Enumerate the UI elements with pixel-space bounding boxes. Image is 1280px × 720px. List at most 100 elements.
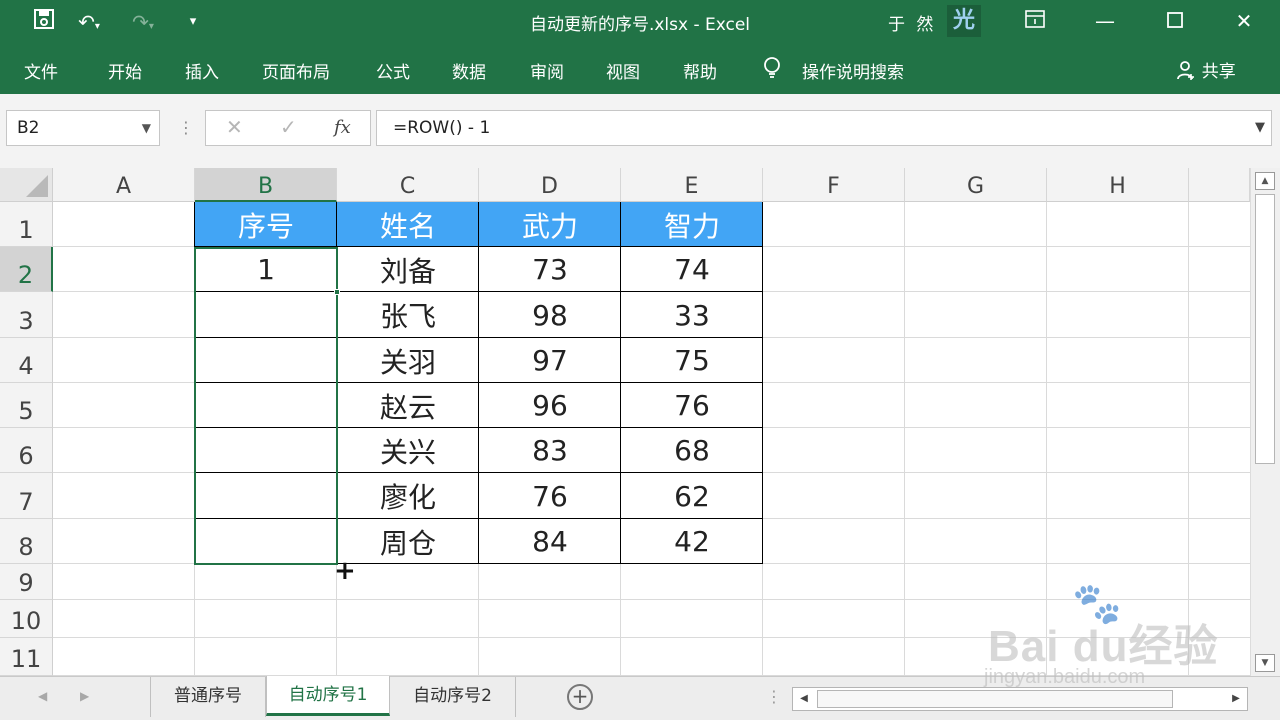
tab-review[interactable]: 审阅 bbox=[530, 58, 564, 83]
row-header-7[interactable]: 7 bbox=[0, 473, 53, 519]
cell-c6[interactable]: 关兴 bbox=[337, 428, 479, 473]
cell-b1[interactable]: 序号 bbox=[195, 202, 337, 247]
cell-c8[interactable]: 周仓 bbox=[337, 519, 479, 564]
formula-bar-grip[interactable]: ⋮ bbox=[178, 118, 194, 137]
cell-c2[interactable]: 刘备 bbox=[337, 247, 479, 292]
horizontal-scrollbar[interactable]: ◀ ▶ bbox=[792, 687, 1248, 711]
cell-e5[interactable]: 76 bbox=[621, 383, 763, 428]
cell-d8[interactable]: 84 bbox=[479, 519, 621, 564]
row-header-2[interactable]: 2 bbox=[0, 247, 53, 292]
minimize-icon[interactable]: — bbox=[1085, 6, 1125, 36]
scroll-left-icon[interactable]: ◀ bbox=[795, 690, 813, 708]
cell-c1[interactable]: 姓名 bbox=[337, 202, 479, 247]
cell-c5[interactable]: 赵云 bbox=[337, 383, 479, 428]
cell-e4[interactable]: 75 bbox=[621, 338, 763, 383]
ribbon-tabs: 文件 开始 插入 页面布局 公式 数据 审阅 视图 帮助 操作说明搜索 共享 bbox=[0, 44, 1280, 94]
column-header-c[interactable]: C bbox=[337, 168, 479, 202]
scroll-up-icon[interactable]: ▲ bbox=[1255, 172, 1275, 190]
column-header-b[interactable]: B bbox=[195, 168, 337, 202]
user-avatar[interactable]: 光 bbox=[947, 5, 981, 37]
share-button[interactable]: 共享 bbox=[1176, 57, 1236, 82]
tab-view[interactable]: 视图 bbox=[606, 58, 640, 83]
column-header-a[interactable]: A bbox=[53, 168, 195, 202]
vertical-scrollbar[interactable]: ▲ ▼ bbox=[1250, 168, 1280, 676]
row-header-4[interactable]: 4 bbox=[0, 338, 53, 383]
select-all-corner[interactable] bbox=[0, 168, 53, 202]
row-number: 5 bbox=[18, 397, 34, 425]
cell-c3[interactable]: 张飞 bbox=[337, 292, 479, 338]
table-border-vertical bbox=[620, 202, 621, 564]
cell-c7[interactable]: 廖化 bbox=[337, 473, 479, 519]
row-header-8[interactable]: 8 bbox=[0, 519, 53, 564]
tab-formulas[interactable]: 公式 bbox=[376, 58, 410, 83]
close-icon[interactable]: ✕ bbox=[1224, 6, 1264, 36]
prev-sheet-icon[interactable]: ◀ bbox=[38, 689, 47, 703]
tell-me-search[interactable]: 操作说明搜索 bbox=[802, 58, 904, 83]
column-header-d[interactable]: D bbox=[479, 168, 621, 202]
cell-d7[interactable]: 76 bbox=[479, 473, 621, 519]
formula-text: =ROW() - 1 bbox=[393, 118, 491, 138]
spreadsheet-grid[interactable]: ABCDEFGH 1 2 3 4 5 6 7 8 9 10 11 序号 姓名 武力 智力 1 刘备 73 74 张飞… bbox=[0, 168, 1250, 676]
column-header-f[interactable]: F bbox=[763, 168, 905, 202]
row-number: 8 bbox=[18, 533, 34, 561]
row-header-9[interactable]: 9 bbox=[0, 564, 53, 600]
formula-input[interactable]: =ROW() - 1 ▼ bbox=[376, 110, 1272, 146]
row-header-1[interactable]: 1 bbox=[0, 202, 53, 247]
tab-split-handle[interactable]: ⋮ bbox=[766, 687, 782, 706]
horizontal-scroll-thumb[interactable] bbox=[817, 690, 1173, 708]
cell-e3[interactable]: 33 bbox=[621, 292, 763, 338]
tab-file[interactable]: 文件 bbox=[24, 58, 58, 83]
row-number: 10 bbox=[10, 607, 42, 635]
tab-home[interactable]: 开始 bbox=[108, 58, 142, 83]
cell-c4[interactable]: 关羽 bbox=[337, 338, 479, 383]
sheet-tab-0[interactable]: 普通序号 bbox=[150, 677, 266, 717]
cell-e2[interactable]: 74 bbox=[621, 247, 763, 292]
row-number: 3 bbox=[18, 307, 34, 335]
grid-line-horizontal bbox=[53, 637, 1250, 638]
tab-help[interactable]: 帮助 bbox=[683, 58, 717, 83]
column-header-g[interactable]: G bbox=[905, 168, 1047, 202]
ribbon-display-icon[interactable] bbox=[1015, 6, 1055, 36]
row-header-5[interactable]: 5 bbox=[0, 383, 53, 428]
row-header-6[interactable]: 6 bbox=[0, 428, 53, 473]
person-icon bbox=[1176, 61, 1202, 82]
tab-insert[interactable]: 插入 bbox=[185, 58, 219, 83]
row-number: 7 bbox=[18, 488, 34, 516]
cell-d6[interactable]: 83 bbox=[479, 428, 621, 473]
enter-icon[interactable]: ✓ bbox=[280, 115, 297, 139]
cell-e8[interactable]: 42 bbox=[621, 519, 763, 564]
tab-page-layout[interactable]: 页面布局 bbox=[262, 58, 330, 83]
user-name[interactable]: 于 然 bbox=[888, 10, 936, 35]
cell-d1[interactable]: 武力 bbox=[479, 202, 621, 247]
maximize-icon[interactable] bbox=[1155, 6, 1195, 36]
row-header-11[interactable]: 11 bbox=[0, 638, 53, 676]
scroll-down-icon[interactable]: ▼ bbox=[1255, 654, 1275, 672]
chevron-down-icon[interactable]: ▼ bbox=[142, 111, 151, 145]
cell-d3[interactable]: 98 bbox=[479, 292, 621, 338]
scroll-right-icon[interactable]: ▶ bbox=[1227, 690, 1245, 708]
cell-e1[interactable]: 智力 bbox=[621, 202, 763, 247]
column-header-e[interactable]: E bbox=[621, 168, 763, 202]
row-header-3[interactable]: 3 bbox=[0, 292, 53, 338]
cell-selection-range[interactable] bbox=[194, 247, 338, 565]
cell-e7[interactable]: 62 bbox=[621, 473, 763, 519]
cancel-icon[interactable]: ✕ bbox=[226, 115, 243, 139]
name-box[interactable]: B2 ▼ bbox=[6, 110, 160, 146]
tab-data[interactable]: 数据 bbox=[452, 58, 486, 83]
sheet-tab-2[interactable]: 自动序号2 bbox=[390, 677, 516, 717]
cell-e6[interactable]: 68 bbox=[621, 428, 763, 473]
cell-d4[interactable]: 97 bbox=[479, 338, 621, 383]
lightbulb-icon[interactable] bbox=[762, 56, 782, 85]
insert-function-icon[interactable]: fx bbox=[334, 117, 351, 138]
fill-handle[interactable] bbox=[334, 289, 340, 295]
cell-d5[interactable]: 96 bbox=[479, 383, 621, 428]
add-sheet-icon[interactable]: + bbox=[567, 684, 593, 710]
cell-d2[interactable]: 73 bbox=[479, 247, 621, 292]
next-sheet-icon[interactable]: ▶ bbox=[80, 689, 89, 703]
sheet-tab-1[interactable]: 自动序号1 bbox=[266, 676, 390, 716]
vertical-scroll-thumb[interactable] bbox=[1255, 194, 1275, 464]
row-header-10[interactable]: 10 bbox=[0, 600, 53, 638]
row-number: 2 bbox=[17, 261, 34, 289]
column-header-h[interactable]: H bbox=[1047, 168, 1189, 202]
chevron-down-icon[interactable]: ▼ bbox=[1255, 111, 1265, 145]
